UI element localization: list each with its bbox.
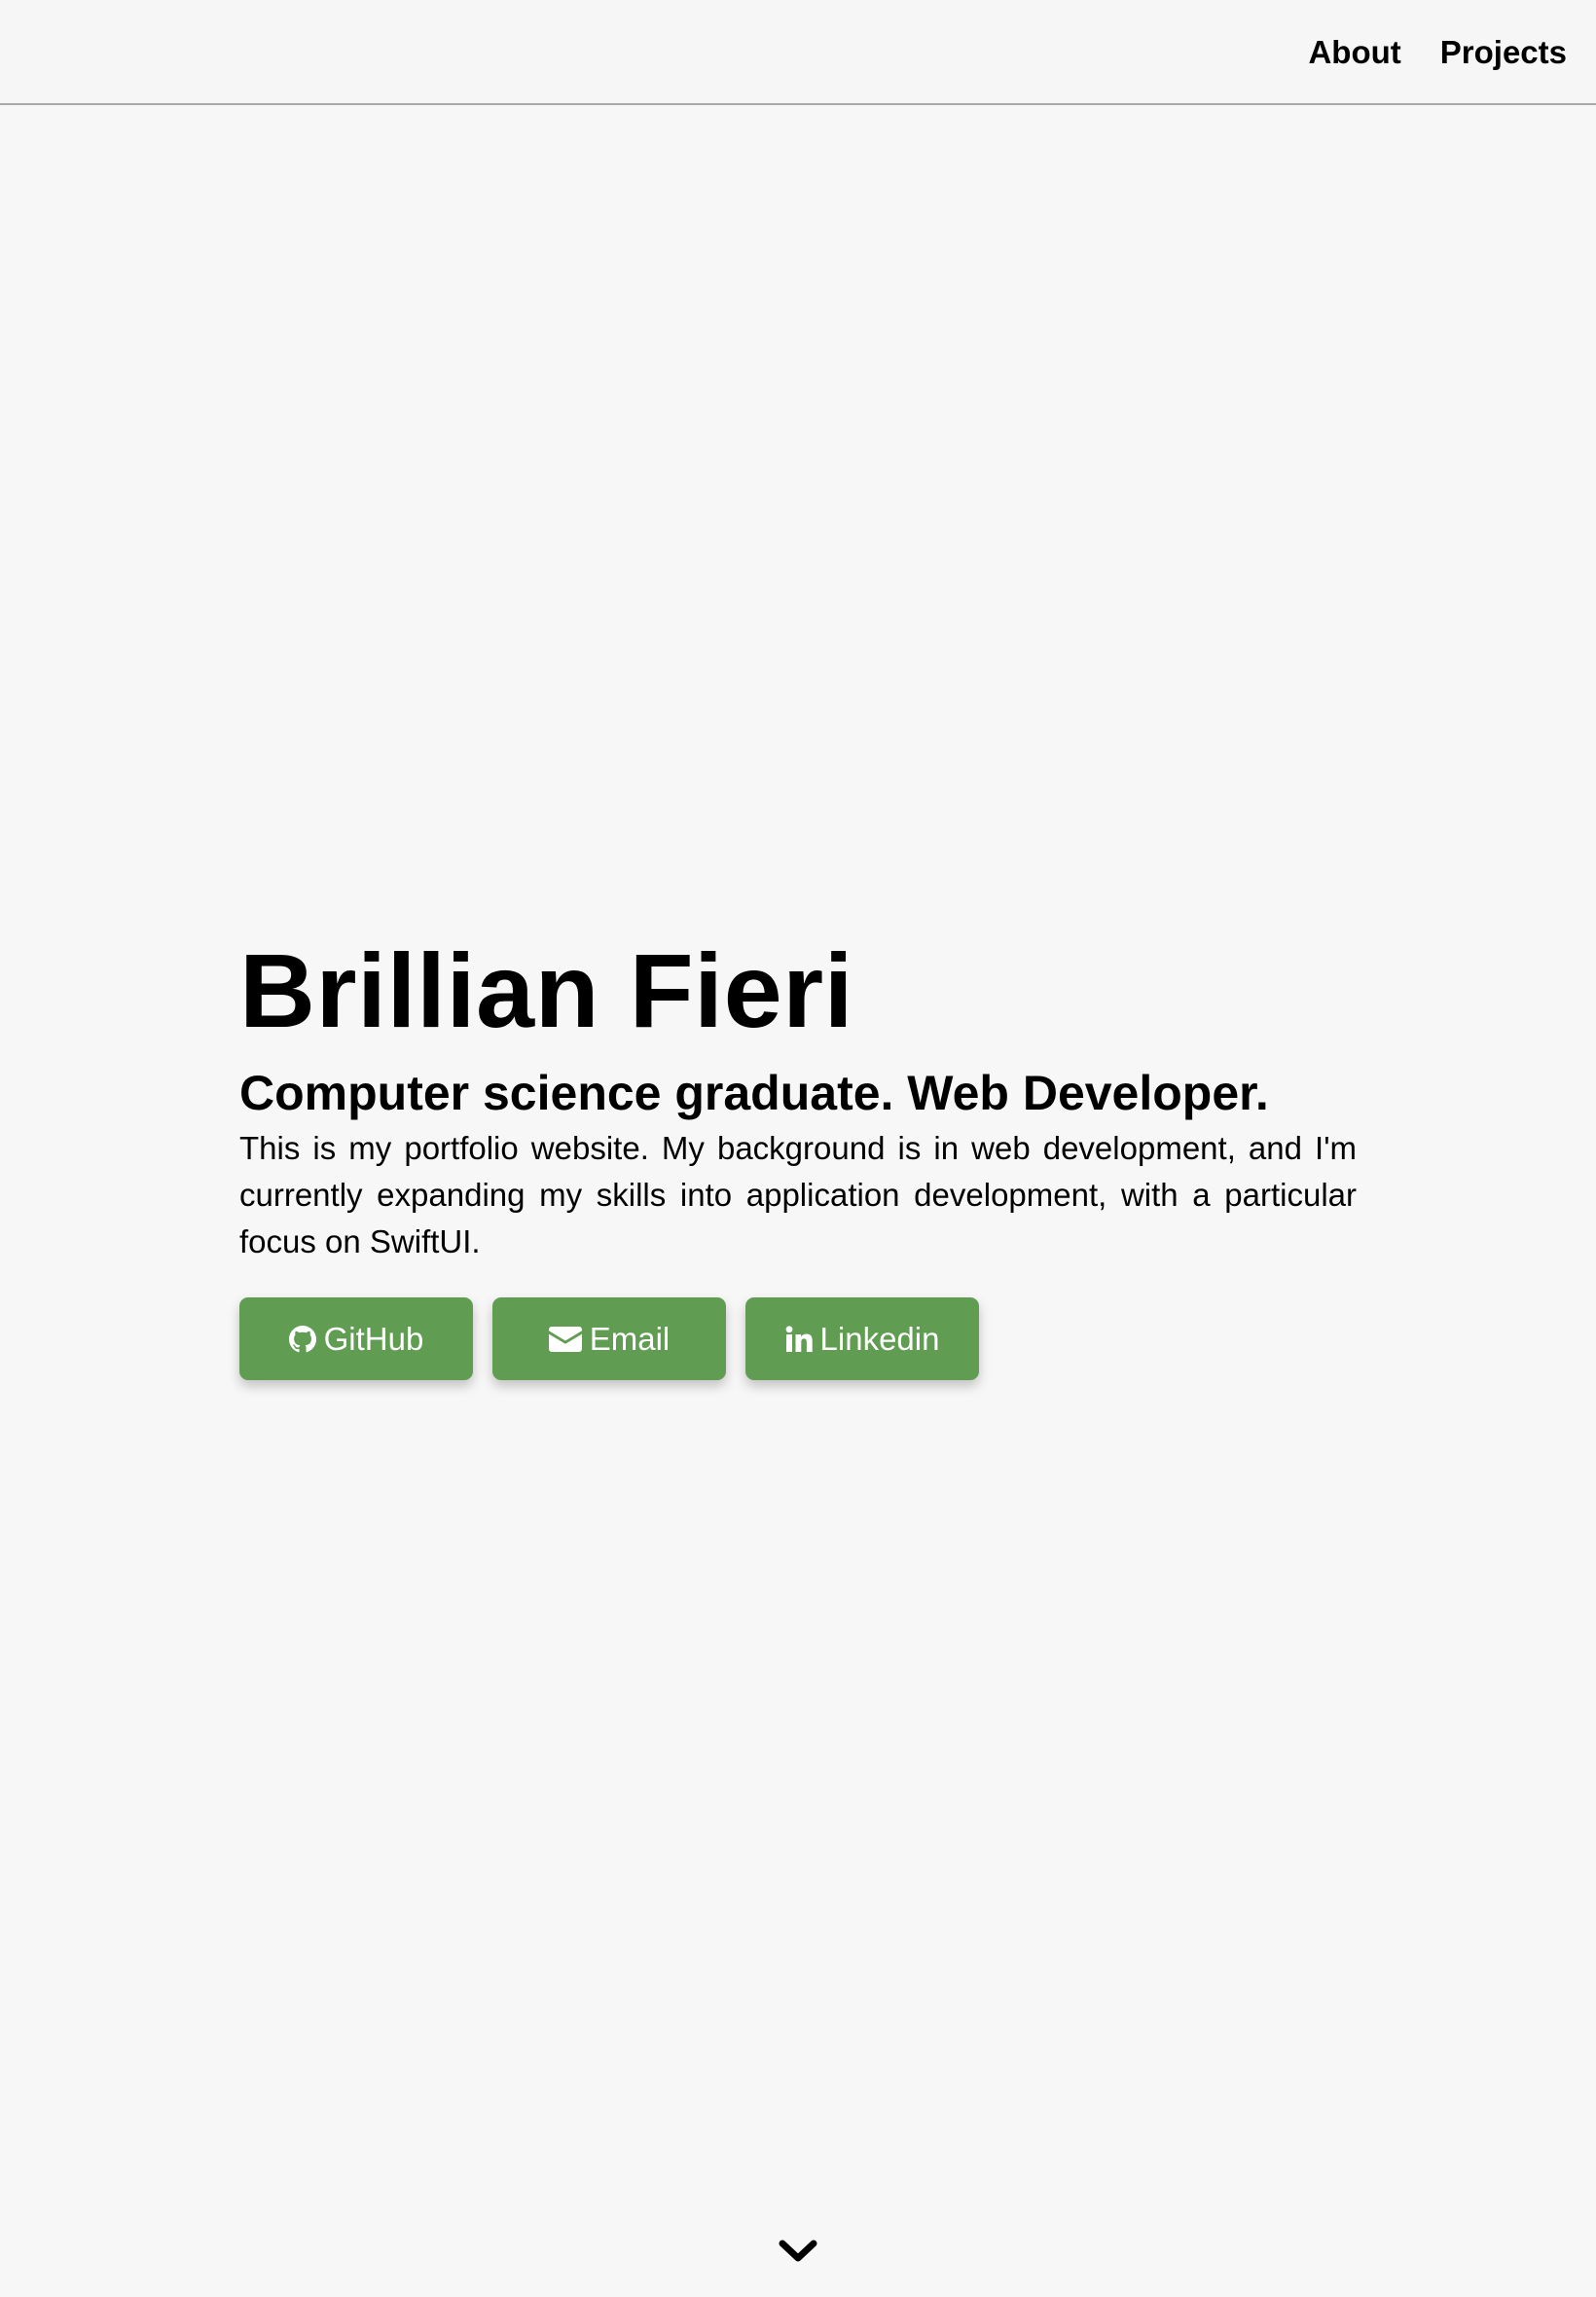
github-button-label: GitHub <box>323 1320 424 1357</box>
email-button-label: Email <box>589 1320 671 1357</box>
linkedin-button-label: Linkedin <box>819 1320 940 1357</box>
nav-links: About Projects <box>1308 0 1567 105</box>
scroll-down-button[interactable] <box>779 2239 817 2268</box>
hero-subtitle: Computer science graduate. Web Developer… <box>239 1066 1269 1120</box>
hero-section: Brillian Fieri Computer science graduate… <box>239 927 1357 1380</box>
github-icon <box>288 1325 316 1353</box>
navbar: About Projects <box>0 0 1596 105</box>
linkedin-icon <box>785 1325 813 1353</box>
hero-name: Brillian Fieri <box>239 931 854 1049</box>
social-buttons: GitHub Email Linkedin <box>239 1297 1357 1380</box>
hero-description: This is my portfolio website. My backgro… <box>239 1130 1357 1259</box>
nav-link-projects[interactable]: Projects <box>1440 34 1567 71</box>
envelope-icon <box>548 1326 582 1352</box>
email-button[interactable]: Email <box>492 1297 726 1380</box>
chevron-down-icon <box>779 2238 817 2270</box>
nav-link-about[interactable]: About <box>1308 34 1400 71</box>
github-button[interactable]: GitHub <box>239 1297 473 1380</box>
linkedin-button[interactable]: Linkedin <box>745 1297 979 1380</box>
